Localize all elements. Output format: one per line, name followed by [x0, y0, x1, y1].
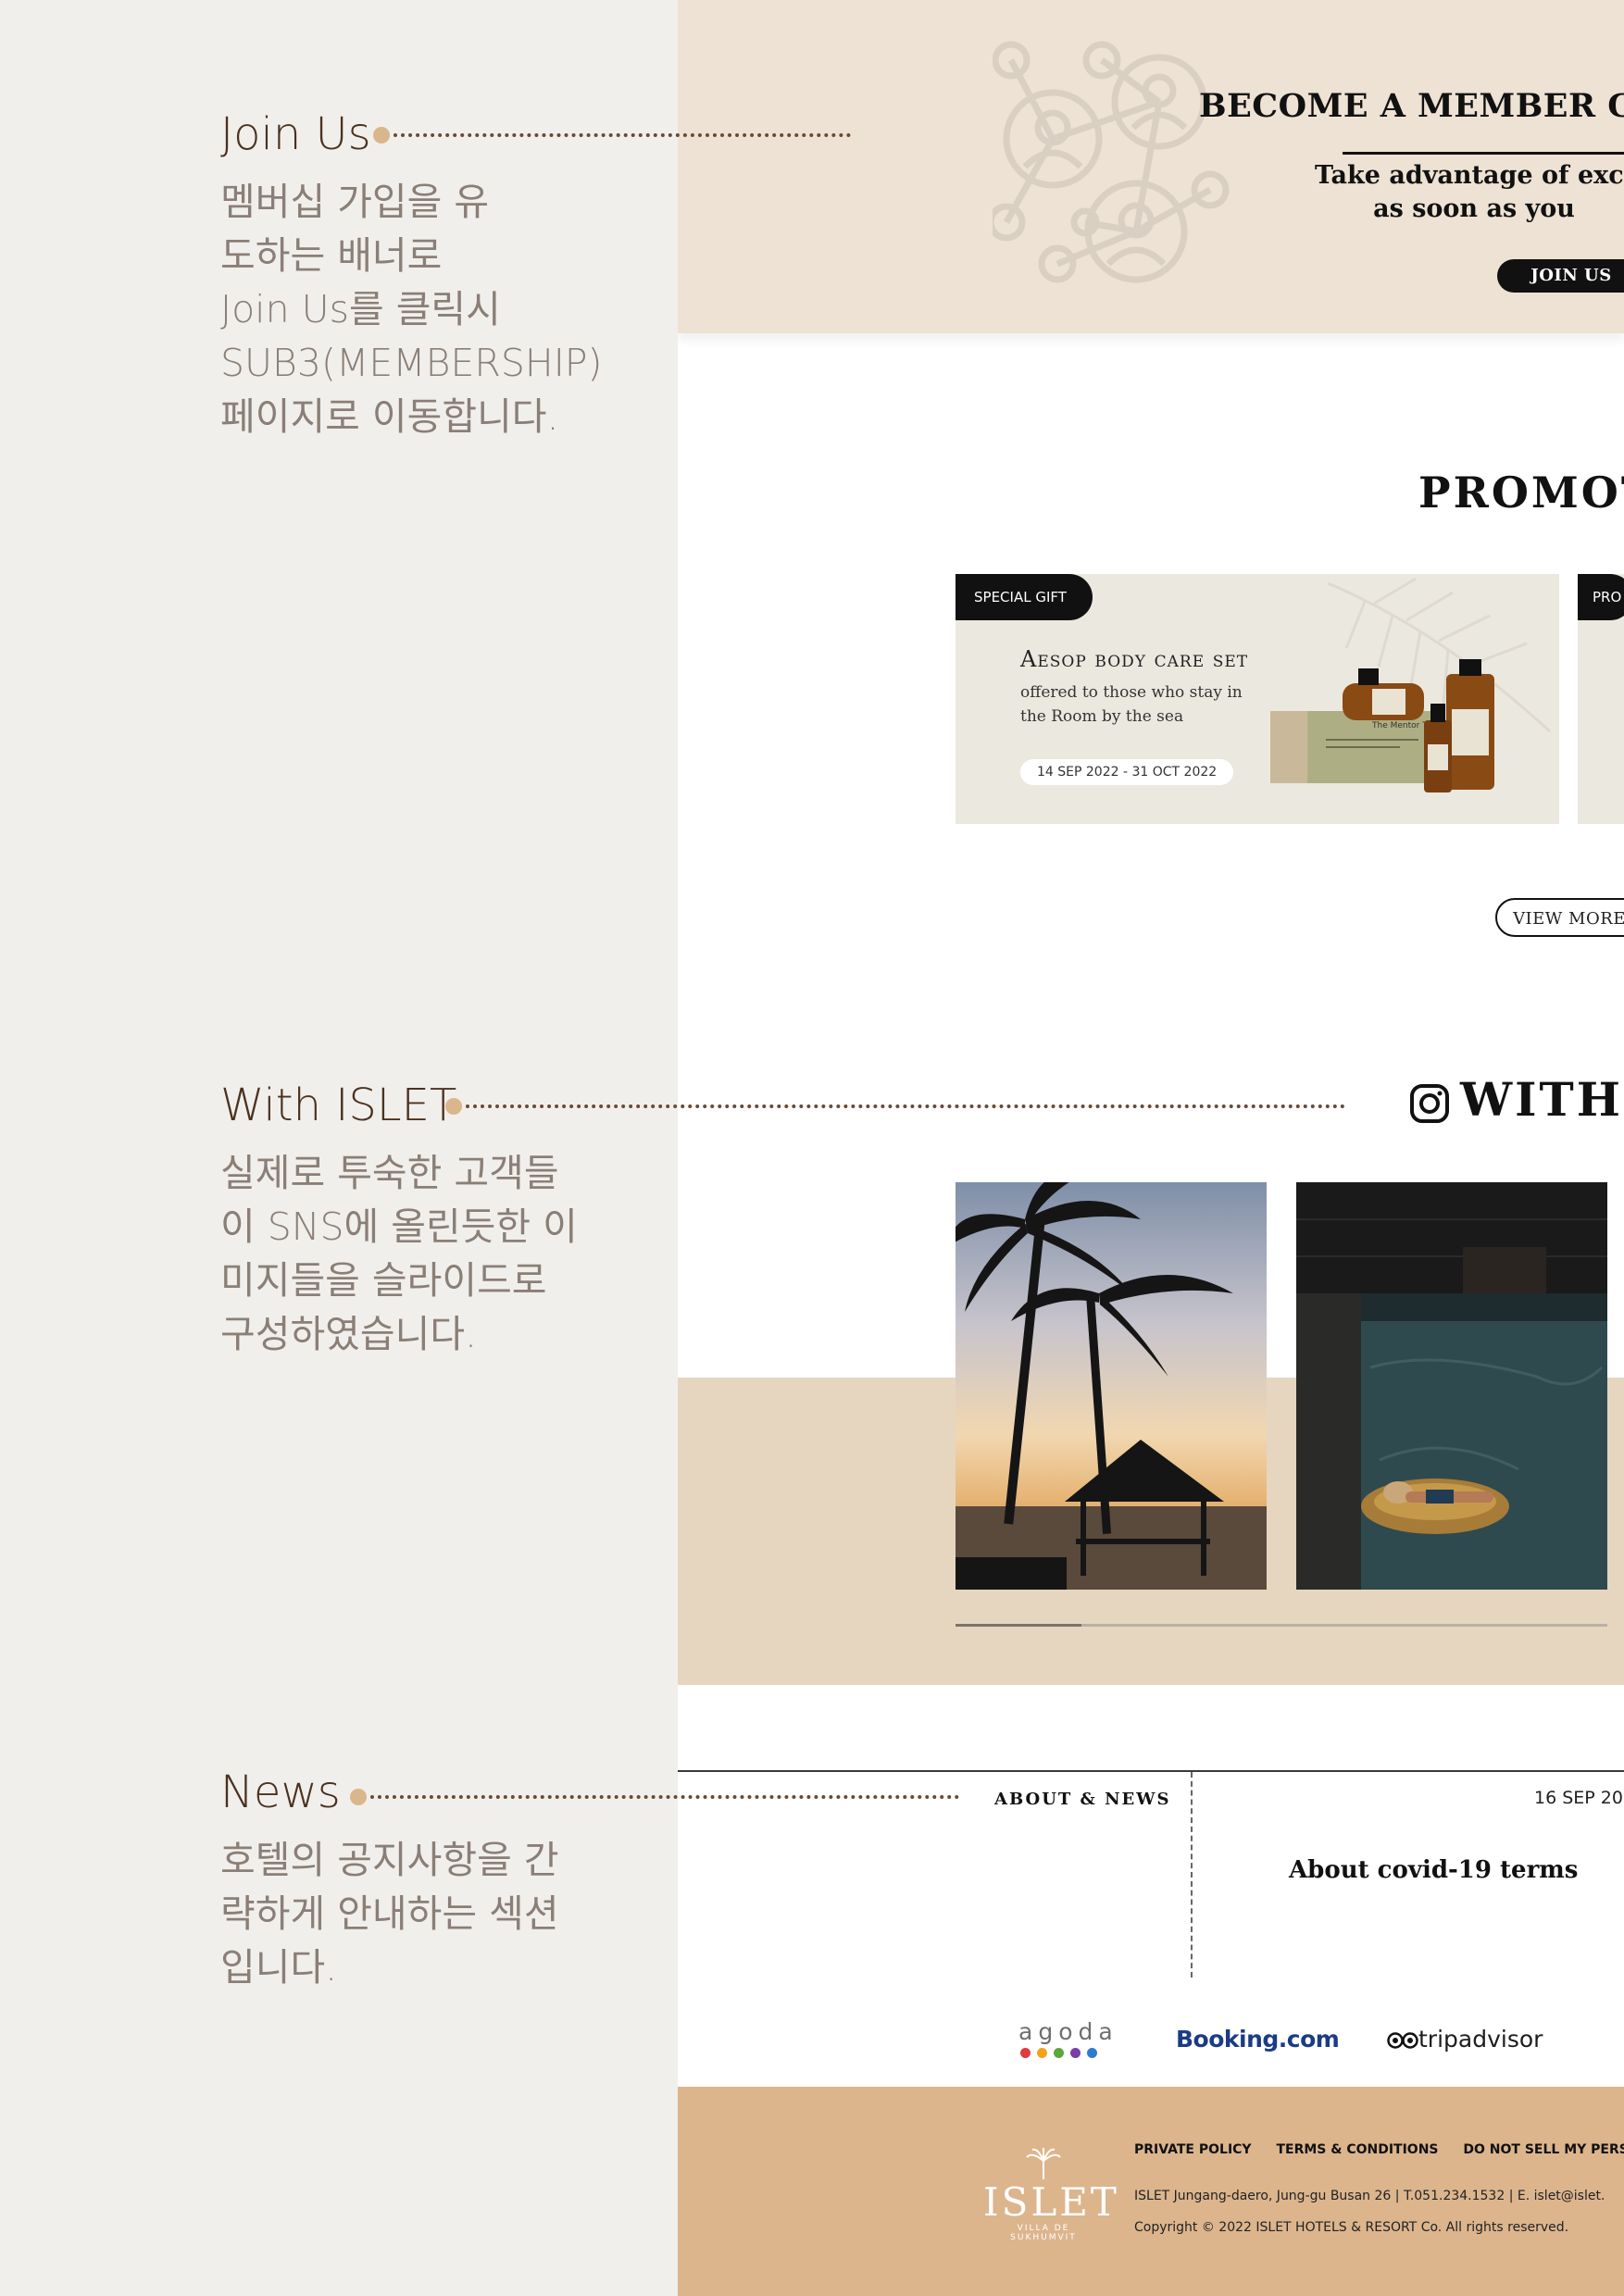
- footer-copyright: Copyright © 2022 ISLET HOTELS & RESORT C…: [1134, 2220, 1569, 2235]
- annotation-line: Join Us를 클릭시: [220, 287, 501, 331]
- tripadvisor-wordmark: tripadvisor: [1418, 2026, 1543, 2053]
- news-date: 16 SEP 202: [1534, 1788, 1624, 1808]
- photo-palm-sunset[interactable]: [956, 1182, 1267, 1590]
- logo-subtitle: VILLA DE SUKHUMVIT: [1010, 2224, 1077, 2242]
- booking-logo[interactable]: Booking.com: [1176, 2026, 1340, 2053]
- description-line: the Room by the sea: [1020, 707, 1184, 726]
- annotation-title: News: [220, 1766, 341, 1818]
- subtitle-line: as soon as you: [1373, 194, 1575, 223]
- annotation-line: 미지들을 슬라이드로: [220, 1258, 547, 1303]
- promotion-card-next[interactable]: PRO: [1578, 574, 1624, 824]
- tripadvisor-owl-icon: [1387, 2032, 1418, 2049]
- private-policy-link[interactable]: PRIVATE POLICY: [1134, 2142, 1252, 2157]
- logo-wordmark: ISLET: [983, 2179, 1119, 2225]
- agoda-wordmark: agoda: [1018, 2018, 1118, 2045]
- annotation-with-islet: With ISLET 실제로 투숙한 고객들 이 SNS에 올린듯한 이 미지들…: [220, 1078, 578, 1361]
- promotion-heading: PROMOT: [1418, 468, 1624, 518]
- annotation-description: 멤버십 가입을 유 도하는 배너로 Join Us를 클릭시 SUB3(MEMB…: [220, 175, 603, 443]
- annotation-line: 도하는 배너로: [220, 233, 443, 278]
- join-us-button[interactable]: JOIN US: [1497, 259, 1624, 293]
- annotation-line: 입니다.: [220, 1945, 338, 1990]
- palm-sunset-image: [956, 1182, 1267, 1590]
- annotation-line: 이 SNS에 올린듯한 이: [220, 1204, 578, 1249]
- subtitle-line: Take advantage of excl: [1315, 161, 1624, 190]
- news-top-rule: [678, 1770, 1624, 1772]
- leader-line-join-us: [394, 133, 851, 137]
- annotation-line: 략하게 안내하는 섹션: [220, 1891, 559, 1936]
- photo-pool-float[interactable]: [1296, 1182, 1607, 1590]
- leader-dot: [373, 127, 390, 144]
- promotion-card[interactable]: SPECIAL GIFT Aesop body care set offered…: [956, 574, 1559, 824]
- news-section-label: ABOUT & NEWS: [994, 1790, 1171, 1809]
- annotation-join-us: Join Us 멤버십 가입을 유 도하는 배너로 Join Us를 클릭시 S…: [220, 106, 603, 443]
- promotion-tag: SPECIAL GIFT: [956, 574, 1093, 620]
- annotation-line: SUB3(MEMBERSHIP): [220, 341, 603, 385]
- instagram-icon[interactable]: [1409, 1083, 1450, 1124]
- leader-dot: [445, 1098, 462, 1115]
- leader-dot: [350, 1789, 367, 1805]
- promotion-name: Aesop body care set: [1020, 646, 1249, 672]
- website-mockup: BECOME A MEMBER GET Take advantage of ex…: [678, 0, 1624, 2296]
- palm-logo-icon: [1026, 2148, 1061, 2179]
- islet-logo[interactable]: ISLET VILLA DE SUKHUMVIT: [983, 2148, 1119, 2242]
- annotation-line: 구성하였습니다.: [220, 1312, 478, 1356]
- annotation-description: 실제로 투숙한 고객들 이 SNS에 올린듯한 이 미지들을 슬라이드로 구성하…: [220, 1146, 578, 1361]
- annotation-line: 멤버십 가입을 유: [220, 180, 490, 224]
- site-footer: ISLET VILLA DE SUKHUMVIT PRIVATE POLICY …: [678, 2087, 1624, 2296]
- aesop-products-image: The Mentor Transmettre: [1270, 659, 1494, 792]
- news-title-link[interactable]: About covid-19 terms: [1289, 1856, 1578, 1884]
- terms-conditions-link[interactable]: TERMS & CONDITIONS: [1276, 2142, 1438, 2157]
- news-divider: [1191, 1772, 1193, 1978]
- leader-line-news: [370, 1795, 959, 1799]
- promotion-date: 14 SEP 2022 - 31 OCT 2022: [1020, 759, 1234, 785]
- annotation-line: 호텔의 공지사항을 간: [220, 1838, 559, 1882]
- do-not-sell-link[interactable]: DO NOT SELL MY PERSONAL INF: [1463, 2142, 1624, 2157]
- membership-banner: BECOME A MEMBER GET Take advantage of ex…: [678, 0, 1624, 333]
- leader-line-with-islet: [466, 1104, 1345, 1108]
- pool-floating-image: [1296, 1182, 1607, 1590]
- promotion-tag: PRO: [1578, 574, 1624, 620]
- annotation-news: News 호텔의 공지사항을 간 략하게 안내하는 섹션 입니다.: [220, 1765, 559, 1994]
- view-more-button[interactable]: VIEW MORE: [1495, 898, 1624, 937]
- membership-subtitle: Take advantage of excl as soon as you: [1141, 159, 1624, 226]
- with-islet-heading: WITH IS: [1460, 1072, 1624, 1127]
- tripadvisor-logo[interactable]: tripadvisor: [1387, 2026, 1543, 2053]
- footer-address: ISLET Jungang-daero, Jung-gu Busan 26 | …: [1134, 2189, 1605, 2203]
- slider-thumb[interactable]: [956, 1624, 1081, 1627]
- membership-title: BECOME A MEMBER GET: [1199, 87, 1624, 125]
- annotation-line: 페이지로 이동합니다.: [220, 394, 559, 439]
- title-underline: [1343, 152, 1624, 155]
- agoda-logo[interactable]: agoda: [1018, 2018, 1113, 2059]
- annotation-panel: Join Us 멤버십 가입을 유 도하는 배너로 Join Us를 클릭시 S…: [0, 0, 678, 2296]
- description-line: offered to those who stay in: [1020, 683, 1243, 702]
- annotation-line: 실제로 투숙한 고객들: [220, 1151, 559, 1195]
- footer-links: PRIVATE POLICY TERMS & CONDITIONS DO NOT…: [1134, 2142, 1624, 2157]
- annotation-description: 호텔의 공지사항을 간 략하게 안내하는 섹션 입니다.: [220, 1833, 559, 1994]
- promotion-description: offered to those who stay in the Room by…: [1020, 680, 1261, 729]
